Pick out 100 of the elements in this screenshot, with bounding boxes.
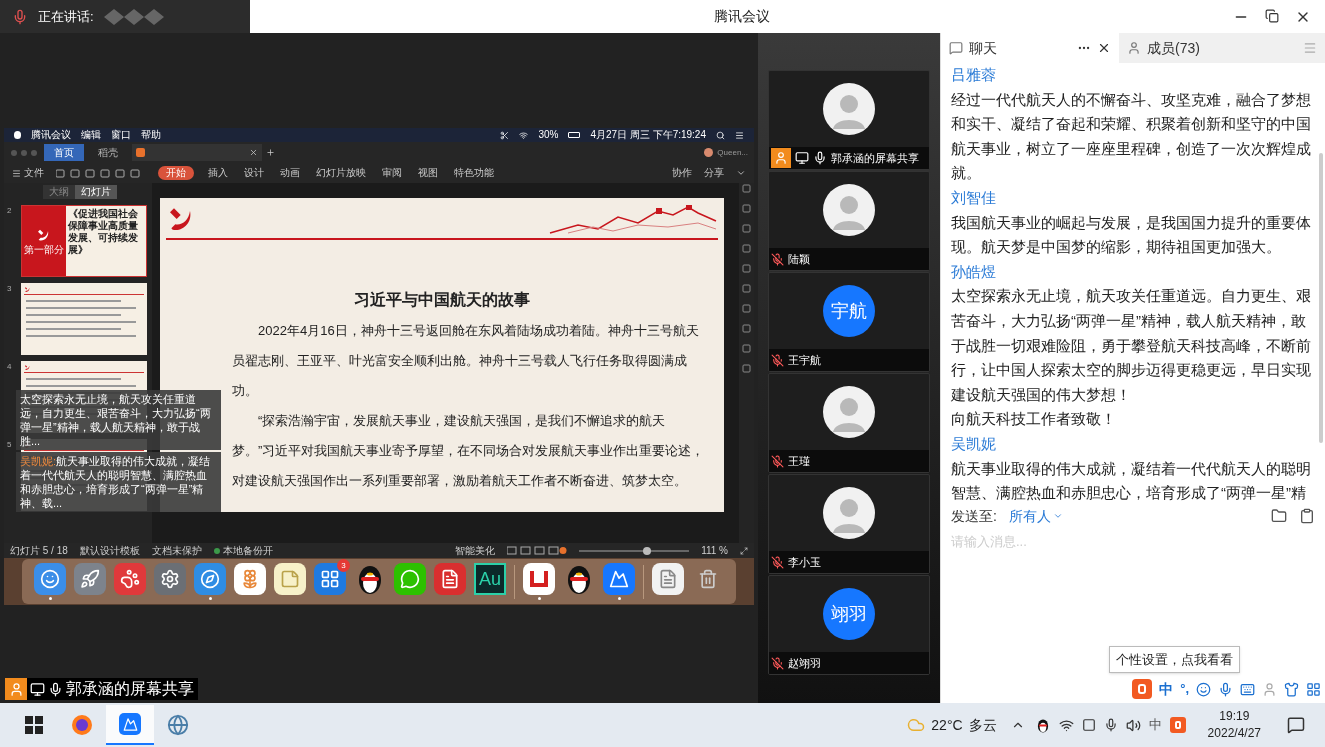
slide-number: 2 bbox=[7, 205, 13, 217]
avatar bbox=[823, 83, 875, 135]
slide-number: 5 bbox=[7, 439, 13, 451]
account-name: Queen... bbox=[717, 148, 748, 157]
ribbon-tab[interactable]: 插入 bbox=[206, 168, 230, 178]
participant-tile[interactable]: 李小玉 bbox=[768, 474, 930, 574]
slide-thumbnail[interactable] bbox=[21, 283, 147, 355]
menu-item[interactable]: 编辑 bbox=[81, 130, 101, 140]
avatar: 宇航 bbox=[823, 285, 875, 337]
ribbon-tab[interactable]: 幻灯片放映 bbox=[314, 168, 368, 178]
doc-tab[interactable]: 稻壳 bbox=[88, 144, 128, 161]
slide-thumbnail[interactable]: 第一部分 《促进我国社会保障事业高质量发展、可持续发展》 bbox=[21, 205, 147, 277]
menu-logo-icon bbox=[14, 131, 21, 139]
panel-tab[interactable]: 大纲 bbox=[42, 185, 75, 199]
add-tab-icon[interactable] bbox=[266, 148, 275, 157]
pdf-icon[interactable] bbox=[434, 563, 466, 595]
ribbon-tab[interactable]: 动画 bbox=[278, 168, 302, 178]
chat-bubbles-icon[interactable] bbox=[394, 563, 426, 595]
document-icon[interactable] bbox=[652, 563, 684, 595]
participant-tile[interactable]: 王瑾 bbox=[768, 373, 930, 473]
avatar bbox=[823, 386, 875, 438]
app-tile[interactable]: Au bbox=[474, 563, 506, 595]
restore-button[interactable] bbox=[1265, 8, 1279, 23]
ribbon-button[interactable]: 协作 bbox=[672, 168, 692, 178]
battery-icon[interactable] bbox=[1081, 718, 1096, 732]
ribbon-tab[interactable]: 设计 bbox=[242, 168, 266, 178]
avatar: 翊羽 bbox=[823, 588, 875, 640]
avatar bbox=[823, 487, 875, 539]
temperature: 22°C bbox=[931, 715, 963, 735]
ribbon-tab[interactable]: 审阅 bbox=[380, 168, 404, 178]
participant-tile[interactable]: 陆颖 bbox=[768, 171, 930, 271]
punctuation-mode: °, bbox=[1180, 680, 1189, 699]
compass-icon[interactable] bbox=[194, 563, 226, 595]
participant-name: 陆颖 bbox=[788, 251, 810, 267]
weather-condition: 多云 bbox=[968, 715, 997, 735]
fullscreen-icon[interactable] bbox=[740, 546, 748, 555]
ribbon-button[interactable]: 分享 bbox=[704, 168, 724, 178]
slide-number: 3 bbox=[7, 283, 13, 295]
app-store-icon[interactable] bbox=[314, 563, 346, 595]
mic-icon[interactable] bbox=[1218, 681, 1233, 697]
panel-tab[interactable]: 幻灯片 bbox=[74, 185, 117, 199]
shirt-icon[interactable] bbox=[1284, 681, 1299, 697]
notification-icon[interactable] bbox=[1287, 716, 1305, 734]
section-label: 第一部分 bbox=[24, 245, 64, 255]
screen-share-icon bbox=[30, 681, 45, 697]
panel-tab[interactable]: 聊天 bbox=[941, 33, 1119, 63]
menu-icon[interactable] bbox=[12, 168, 21, 178]
menu-item[interactable]: 窗口 bbox=[111, 130, 131, 140]
close-icon[interactable] bbox=[1097, 41, 1111, 55]
input-mode[interactable]: 中 bbox=[1148, 715, 1162, 735]
wifi-icon bbox=[519, 130, 529, 140]
chat-message-toast: 吴凯妮:航天事业取得的伟大成就，凝结着一代代航天人的聪明智慧、满腔热血和赤胆忠心，培育形成了“两弹一星”精神、载... bbox=[16, 452, 221, 512]
ribbon-tab[interactable]: 视图 bbox=[416, 168, 440, 178]
menu-clock: 4月27日 周三 下午7:19:24 bbox=[590, 130, 706, 140]
wifi-icon[interactable] bbox=[1058, 717, 1074, 733]
grid-icon[interactable] bbox=[1306, 681, 1321, 697]
ribbon-tab[interactable]: 开始 bbox=[158, 166, 194, 180]
w-logo-icon[interactable] bbox=[523, 563, 555, 595]
face-icon[interactable] bbox=[34, 563, 66, 595]
weather-icon bbox=[907, 716, 926, 734]
doc-tab[interactable]: 首页 bbox=[44, 144, 84, 161]
share-label: 郭承涵的屏幕共享 bbox=[66, 679, 194, 699]
file-tab[interactable] bbox=[132, 144, 262, 161]
beautify-button[interactable]: 智能美化 bbox=[455, 545, 496, 556]
slide-paragraph: “探索浩瀚宇宙，发展航天事业，建设航天强国，是我们不懈追求的航天梦。”习近平对我国航天事业寄予厚望，在不同场合对发展航天事业作出重要论述，对建设航天强国作出一系列重要部署，激励着航天工作者不断奋进、筑梦太空。 bbox=[232, 412, 706, 490]
flower-icon[interactable] bbox=[234, 563, 266, 595]
screen-share-icon bbox=[795, 151, 809, 165]
mic-icon[interactable] bbox=[1103, 718, 1118, 732]
clipboard-icon[interactable] bbox=[1299, 508, 1315, 524]
mountain-logo-icon[interactable] bbox=[106, 705, 154, 745]
file-menu[interactable]: 文件 bbox=[24, 168, 44, 178]
smile-icon[interactable] bbox=[1196, 681, 1211, 697]
menu-icon bbox=[735, 130, 744, 140]
folder-icon[interactable] bbox=[1271, 508, 1287, 524]
rocket-icon[interactable] bbox=[74, 563, 106, 595]
menu-item[interactable]: 腾讯会议 bbox=[31, 130, 71, 140]
collapse-icon[interactable] bbox=[736, 168, 746, 178]
participant-tile[interactable]: 翊羽 赵翊羽 bbox=[768, 575, 930, 675]
mic-icon bbox=[48, 681, 63, 697]
recipient-dropdown[interactable]: 所有人 bbox=[1008, 505, 1051, 527]
close-icon[interactable] bbox=[249, 148, 258, 157]
menu-item[interactable]: 帮助 bbox=[141, 130, 161, 140]
gear-icon[interactable] bbox=[154, 563, 186, 595]
speaking-label: 正在讲话: bbox=[38, 7, 94, 26]
note-icon[interactable] bbox=[274, 563, 306, 595]
bear-icon[interactable] bbox=[114, 563, 146, 595]
mountain-logo-icon[interactable] bbox=[603, 563, 635, 595]
backup-status: 本地备份开 bbox=[222, 545, 273, 556]
ribbon-tab[interactable]: 特色功能 bbox=[452, 168, 496, 178]
keyboard-icon[interactable] bbox=[1240, 681, 1255, 697]
s-logo-icon[interactable] bbox=[1169, 717, 1186, 733]
slide-title: 《促进我国社会保障事业高质量发展、可持续发展》 bbox=[67, 207, 139, 257]
volume-icon[interactable] bbox=[1125, 717, 1141, 733]
mic-icon bbox=[12, 8, 28, 25]
panel-tab[interactable]: 成员(73) bbox=[1119, 33, 1289, 63]
participant-tile[interactable]: 宇航 王宇航 bbox=[768, 272, 930, 372]
participant-name: 郭承涵的屏幕共享 bbox=[831, 150, 919, 166]
zoom-slider[interactable] bbox=[579, 549, 690, 552]
participant-tile[interactable]: 郭承涵的屏幕共享 bbox=[768, 70, 930, 170]
window-controls-icon bbox=[10, 148, 40, 157]
